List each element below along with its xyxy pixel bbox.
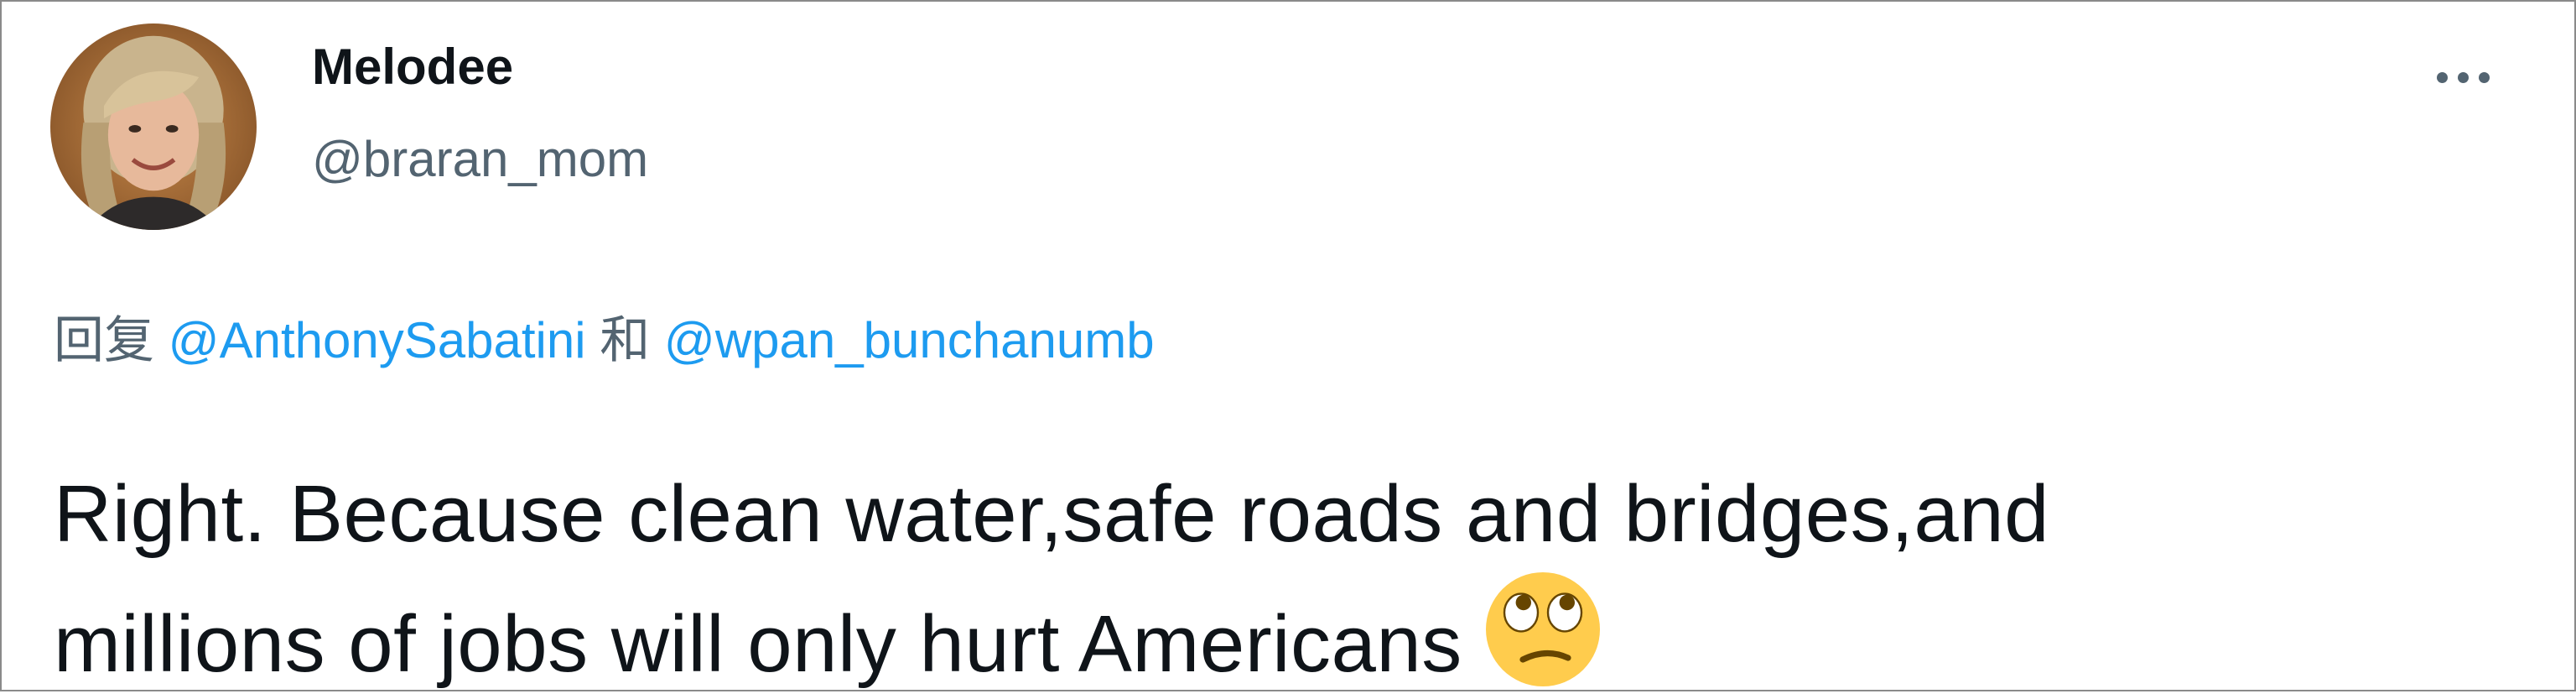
reply-context: 回复 @AnthonySabatini 和 @wpan_bunchanumb [54, 316, 1155, 366]
more-horizontal-icon-dot [2457, 71, 2469, 83]
reply-mention-anthonysabatini[interactable]: @AnthonySabatini [169, 312, 586, 368]
author-handle[interactable]: @braran_mom [312, 134, 648, 185]
tweet-card: Melodee @braran_mom 回复 @AnthonySabatini … [0, 0, 2576, 691]
avatar-image [50, 23, 257, 230]
author-avatar[interactable] [50, 23, 257, 230]
tweet-text-line-2: millions of jobs will only hurt American… [54, 599, 1462, 689]
tweet-text-line-2-wrap: millions of jobs will only hurt American… [54, 569, 2536, 699]
more-options-button[interactable] [2422, 54, 2504, 101]
author-display-name[interactable]: Melodee [312, 42, 513, 92]
reply-mention-wpan-bunchanumb[interactable]: @wpan_bunchanumb [664, 312, 1155, 368]
tweet-text: Right. Because clean water,safe roads an… [54, 460, 2536, 699]
reply-prefix: 回复 [54, 312, 154, 368]
more-horizontal-icon [2436, 71, 2448, 83]
face-with-rolling-eyes-icon [1483, 569, 1603, 690]
reply-conjunction: 和 [600, 312, 651, 368]
tweet-text-line-1: Right. Because clean water,safe roads an… [54, 469, 2049, 559]
more-horizontal-icon-dot [2478, 71, 2490, 83]
